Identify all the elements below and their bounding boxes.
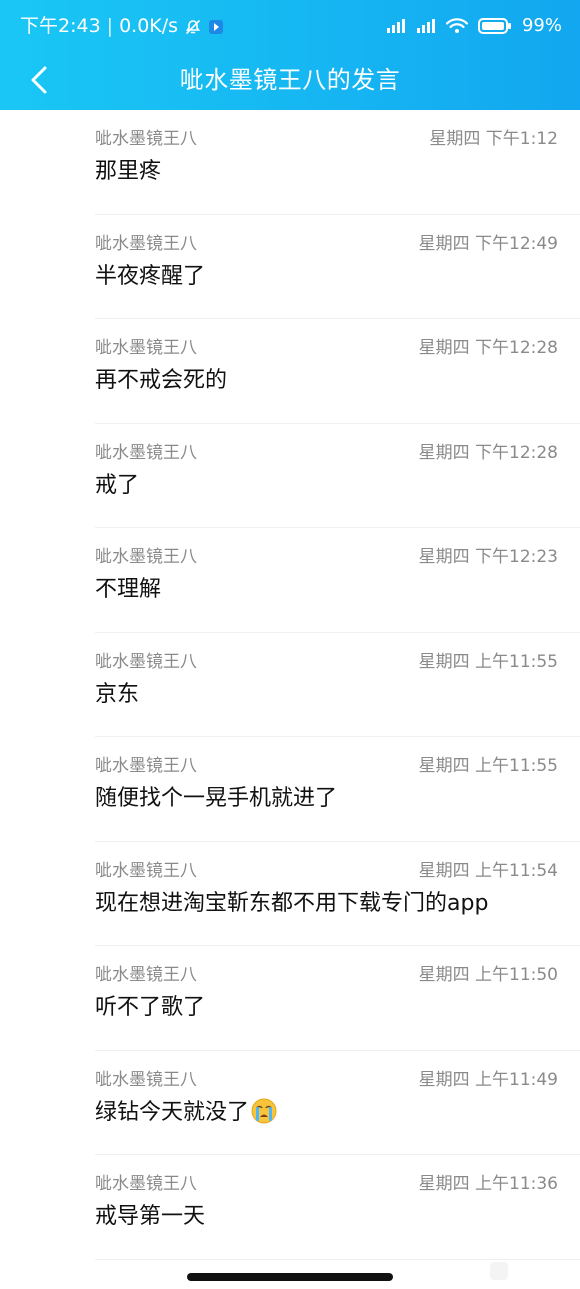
message-item[interactable]: 呲水墨镜王八 星期四 下午12:49 半夜疼醒了 <box>95 215 580 319</box>
message-user: 呲水墨镜王八 <box>95 129 197 149</box>
crying-face-icon <box>251 1098 277 1134</box>
message-time: 星期四 上午11:54 <box>418 860 558 881</box>
signal-icon-2 <box>416 13 436 39</box>
message-text: 听不了歌了 <box>95 995 206 1020</box>
message-text: 那里疼 <box>95 159 162 184</box>
page-title: 呲水墨镜王八的发言 <box>179 66 401 94</box>
battery-icon <box>477 13 512 39</box>
message-user: 呲水墨镜王八 <box>95 1174 197 1194</box>
status-left: 下午2:43 | 0.0K/s <box>20 13 224 39</box>
battery-level: 99% <box>521 15 562 36</box>
message-text-with-emoji: 绿钻今天就没了 <box>95 1097 277 1134</box>
message-item[interactable]: 呲水墨镜王八 星期四 上午11:55 京东 <box>95 633 580 737</box>
message-time: 星期四 下午12:28 <box>418 338 558 358</box>
mute-icon <box>184 13 202 39</box>
status-time: 下午2:43 <box>20 15 101 37</box>
app-notification-icon <box>208 13 224 39</box>
message-item[interactable]: 呲水墨镜王八 星期四 上午11:49 绿钻今天就没了 <box>95 1051 580 1155</box>
message-text: 戒了 <box>95 472 140 498</box>
message-time: 星期四 下午12:28 <box>418 442 558 463</box>
message-user: 呲水墨镜王八 <box>95 860 197 881</box>
message-item[interactable]: 呲水墨镜王八 星期四 下午1:12 那里疼 <box>95 110 580 215</box>
message-time: 星期四 下午1:12 <box>429 129 558 149</box>
message-user: 呲水墨镜王八 <box>95 338 197 358</box>
message-user: 呲水墨镜王八 <box>95 651 197 672</box>
message-text: 不理解 <box>95 577 162 602</box>
message-text: 京东 <box>95 681 140 707</box>
message-item[interactable]: 呲水墨镜王八 星期四 上午11:50 听不了歌了 <box>95 946 580 1051</box>
status-separator: | <box>106 15 114 37</box>
message-text: 绿钻今天就没了 <box>95 1099 250 1125</box>
message-item[interactable]: 呲水墨镜王八 星期四 下午12:23 不理解 <box>95 528 580 633</box>
message-time: 星期四 上午11:55 <box>418 651 558 672</box>
message-user: 呲水墨镜王八 <box>95 233 197 254</box>
message-text: 戒导第一天 <box>95 1204 206 1229</box>
message-text: 随便找个一晃手机就进了 <box>95 786 338 811</box>
message-list[interactable]: 呲水墨镜王八 星期四 下午1:12 那里疼 呲水墨镜王八 星期四 下午12:49… <box>0 110 580 1260</box>
message-user: 呲水墨镜王八 <box>95 965 197 985</box>
status-right: 99% <box>386 13 562 39</box>
faint-overlay-icon <box>490 1262 508 1280</box>
message-user: 呲水墨镜王八 <box>95 547 197 567</box>
message-text: 再不戒会死的 <box>95 368 228 393</box>
message-item[interactable]: 呲水墨镜王八 星期四 下午12:28 再不戒会死的 <box>95 319 580 424</box>
message-time: 星期四 下午12:23 <box>418 547 558 567</box>
wifi-icon <box>445 13 468 39</box>
message-time: 星期四 上午11:49 <box>418 1069 558 1090</box>
network-speed: 0.0K/s <box>119 15 179 37</box>
title-row: 呲水墨镜王八的发言 <box>0 52 580 108</box>
message-time: 星期四 上午11:50 <box>418 965 558 985</box>
message-time: 星期四 上午11:36 <box>418 1174 558 1194</box>
message-user: 呲水墨镜王八 <box>95 442 197 463</box>
message-text: 现在想进淘宝靳东都不用下载专门的app <box>95 890 489 916</box>
message-user: 呲水墨镜王八 <box>95 756 197 776</box>
app-header: 下午2:43 | 0.0K/s 99% 呲水墨镜王八的发言 <box>0 0 580 110</box>
status-bar: 下午2:43 | 0.0K/s 99% <box>0 0 580 52</box>
signal-icon-1 <box>386 13 406 39</box>
message-user: 呲水墨镜王八 <box>95 1069 197 1090</box>
message-item[interactable]: 呲水墨镜王八 星期四 上午11:36 戒导第一天 <box>95 1155 580 1260</box>
message-time: 星期四 上午11:55 <box>418 756 558 776</box>
message-item[interactable]: 呲水墨镜王八 星期四 上午11:55 随便找个一晃手机就进了 <box>95 737 580 842</box>
message-item[interactable]: 呲水墨镜王八 星期四 下午12:28 戒了 <box>95 424 580 528</box>
message-text: 半夜疼醒了 <box>95 263 206 289</box>
home-indicator[interactable] <box>187 1273 393 1281</box>
message-item[interactable]: 呲水墨镜王八 星期四 上午11:54 现在想进淘宝靳东都不用下载专门的app <box>95 842 580 946</box>
message-time: 星期四 下午12:49 <box>418 233 558 254</box>
